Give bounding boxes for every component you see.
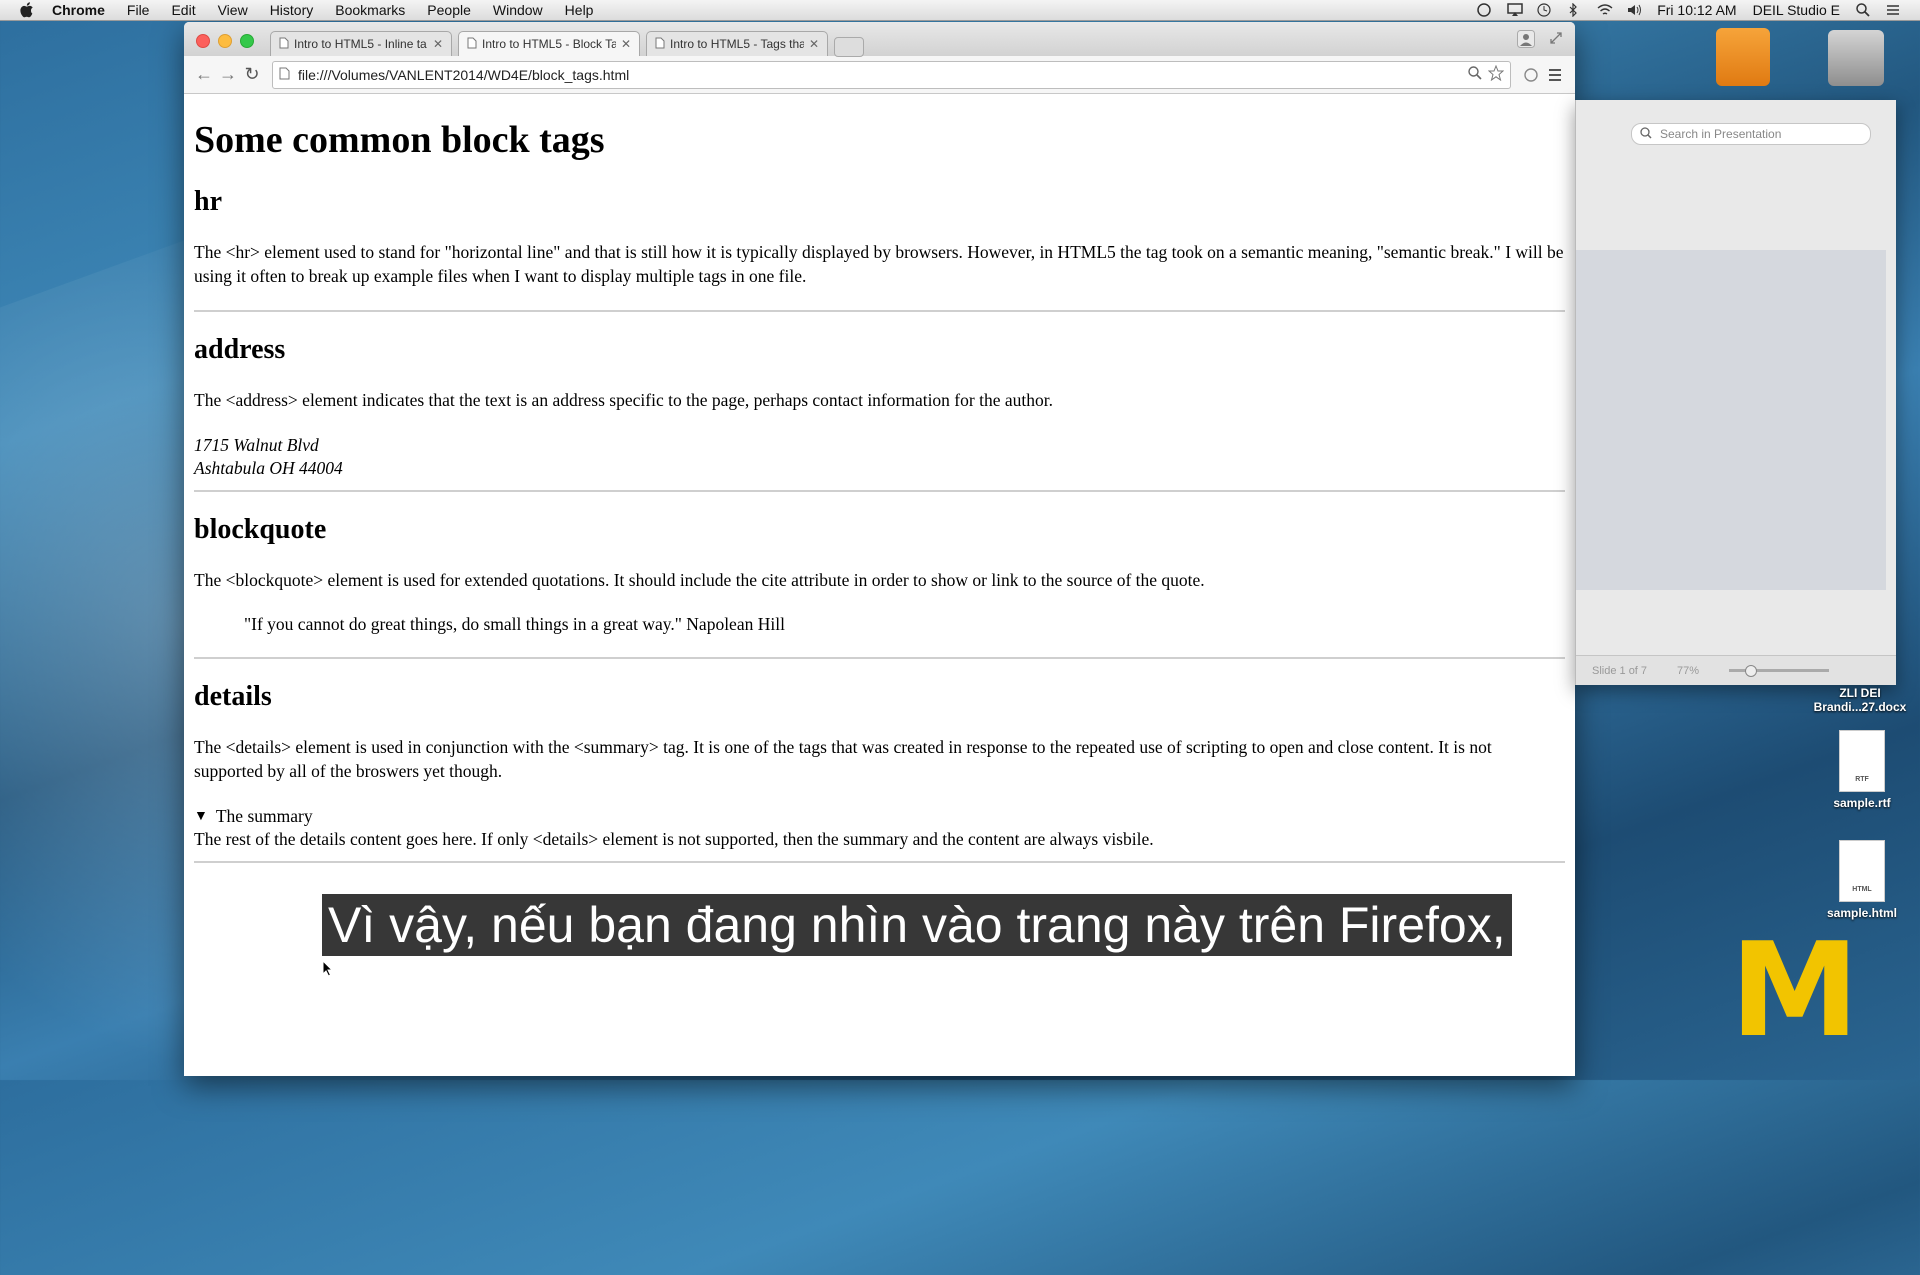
file-type-tag: RTF bbox=[1855, 776, 1869, 783]
html-document-icon: HTML bbox=[1839, 840, 1885, 902]
tab-label: Intro to HTML5 - Tags tha bbox=[670, 37, 804, 51]
details-summary-toggle[interactable]: ▼ The summary bbox=[194, 805, 1565, 828]
page-icon bbox=[279, 67, 290, 83]
address-line-2: Ashtabula OH 44004 bbox=[194, 458, 343, 478]
file-type-tag: HTML bbox=[1852, 886, 1872, 893]
tab-block-tags[interactable]: Intro to HTML5 - Block Ta ✕ bbox=[458, 31, 640, 56]
tab-tags-that[interactable]: Intro to HTML5 - Tags tha ✕ bbox=[646, 31, 828, 56]
browser-toolbar: ← → ↻ file:///Volumes/VANLENT2014/WD4E/b… bbox=[184, 56, 1575, 94]
hard-drive-icon[interactable] bbox=[1828, 30, 1884, 86]
bluetooth-icon[interactable] bbox=[1567, 2, 1581, 18]
dropbox-icon[interactable] bbox=[1477, 3, 1491, 17]
menu-view[interactable]: View bbox=[218, 2, 248, 18]
close-window-button[interactable] bbox=[196, 34, 210, 48]
search-icon[interactable] bbox=[1468, 66, 1482, 83]
file-label-line-2: Brandi...27.docx bbox=[1813, 700, 1907, 714]
url-text[interactable]: file:///Volumes/VANLENT2014/WD4E/block_t… bbox=[298, 67, 1468, 83]
zoom-window-button[interactable] bbox=[240, 34, 254, 48]
minimize-window-button[interactable] bbox=[218, 34, 232, 48]
divider bbox=[194, 861, 1565, 863]
file-label: sample.rtf bbox=[1833, 796, 1891, 810]
divider bbox=[194, 310, 1565, 312]
menubar-user[interactable]: DEIL Studio E bbox=[1753, 2, 1840, 18]
section-heading-details: details bbox=[194, 681, 272, 712]
usb-drive-icon[interactable] bbox=[1716, 28, 1770, 86]
extension-icon[interactable] bbox=[1519, 63, 1543, 87]
time-machine-icon[interactable] bbox=[1537, 3, 1551, 17]
fullscreen-icon[interactable] bbox=[1549, 31, 1563, 50]
zoom-slider[interactable] bbox=[1729, 665, 1830, 677]
desktop-file-rtf[interactable]: RTF sample.rtf bbox=[1812, 730, 1912, 810]
section-heading-address: address bbox=[194, 334, 286, 365]
search-icon bbox=[1640, 126, 1652, 142]
divider bbox=[194, 657, 1565, 659]
notification-center-icon[interactable] bbox=[1886, 3, 1900, 17]
menu-history[interactable]: History bbox=[270, 2, 314, 18]
search-placeholder: Search in Presentation bbox=[1660, 127, 1782, 141]
summary-label[interactable]: The summary bbox=[216, 805, 313, 828]
airplay-icon[interactable] bbox=[1507, 3, 1523, 17]
file-label-line-1: ZLI DEI bbox=[1839, 686, 1881, 700]
tab-inline-tags[interactable]: Intro to HTML5 - Inline ta ✕ bbox=[270, 31, 452, 56]
hr-description: The <hr> element used to stand for "hori… bbox=[194, 242, 1564, 286]
menu-bookmarks[interactable]: Bookmarks bbox=[335, 2, 405, 18]
spotlight-search-icon[interactable] bbox=[1856, 3, 1870, 17]
new-tab-button[interactable] bbox=[834, 37, 864, 57]
presentation-status-bar: Slide 1 of 7 77% bbox=[1576, 655, 1896, 685]
tab-label: Intro to HTML5 - Inline ta bbox=[294, 37, 427, 51]
desktop-file-docx[interactable]: ZLI DEI Brandi...27.docx bbox=[1810, 686, 1910, 714]
quote-block: "If you cannot do great things, do small… bbox=[244, 614, 785, 634]
zoom-slider-knob[interactable] bbox=[1745, 665, 1758, 677]
address-description: The <address> element indicates that the… bbox=[194, 390, 1053, 410]
menu-help[interactable]: Help bbox=[565, 2, 594, 18]
slide-counter: Slide 1 of 7 bbox=[1592, 664, 1648, 677]
page-icon bbox=[467, 37, 477, 52]
star-icon[interactable] bbox=[1487, 64, 1505, 84]
disclosure-triangle-icon[interactable]: ▼ bbox=[194, 805, 208, 828]
menu-edit[interactable]: Edit bbox=[171, 2, 195, 18]
menu-people[interactable]: People bbox=[427, 2, 471, 18]
forward-button[interactable]: → bbox=[216, 63, 240, 87]
profile-icon[interactable] bbox=[1517, 30, 1535, 53]
tab-label: Intro to HTML5 - Block Ta bbox=[482, 37, 616, 51]
tab-strip: Intro to HTML5 - Inline ta ✕ Intro to HT… bbox=[184, 22, 1575, 57]
rtf-document-icon: RTF bbox=[1839, 730, 1885, 792]
university-of-michigan-logo: M bbox=[1730, 914, 1860, 1066]
address-line-1: 1715 Walnut Blvd bbox=[194, 435, 319, 455]
address-block: 1715 Walnut Blvd Ashtabula OH 44004 bbox=[194, 434, 1565, 480]
zoom-level: 77% bbox=[1677, 664, 1700, 677]
close-tab-icon[interactable]: ✕ bbox=[621, 37, 631, 51]
menubar-clock[interactable]: Fri 10:12 AM bbox=[1657, 2, 1736, 18]
apple-icon[interactable] bbox=[20, 2, 36, 18]
divider bbox=[194, 490, 1565, 492]
reload-button[interactable]: ↻ bbox=[240, 63, 264, 87]
details-content: The rest of the details content goes her… bbox=[194, 829, 1154, 849]
menu-file[interactable]: File bbox=[127, 2, 150, 18]
presentation-window: Search in Presentation Slide 1 of 7 77% bbox=[1575, 100, 1896, 685]
page-icon bbox=[655, 37, 665, 52]
page-icon bbox=[279, 37, 289, 52]
blockquote-description: The <blockquote> element is used for ext… bbox=[194, 570, 1205, 590]
section-heading-blockquote: blockquote bbox=[194, 514, 327, 545]
mouse-cursor-icon bbox=[322, 959, 334, 983]
menu-app-name[interactable]: Chrome bbox=[52, 2, 105, 18]
window-controls bbox=[196, 34, 254, 48]
page-content: Some common block tags hr The <hr> eleme… bbox=[184, 94, 1575, 863]
close-tab-icon[interactable]: ✕ bbox=[809, 37, 819, 51]
slide-pane[interactable] bbox=[1576, 250, 1886, 590]
wifi-icon[interactable] bbox=[1597, 3, 1613, 17]
details-description: The <details> element is used in conjunc… bbox=[194, 737, 1492, 781]
address-bar[interactable]: file:///Volumes/VANLENT2014/WD4E/block_t… bbox=[272, 60, 1511, 89]
volume-icon[interactable] bbox=[1627, 3, 1642, 17]
section-heading-hr: hr bbox=[194, 186, 222, 217]
menubar: Chrome File Edit View History Bookmarks … bbox=[0, 0, 1920, 21]
page-title: Some common block tags bbox=[194, 119, 605, 161]
close-tab-icon[interactable]: ✕ bbox=[433, 37, 443, 51]
presentation-search-field[interactable]: Search in Presentation bbox=[1631, 123, 1871, 145]
menu-icon[interactable] bbox=[1543, 63, 1567, 87]
video-subtitle: Vì vậy, nếu bạn đang nhìn vào trang này … bbox=[322, 894, 1512, 956]
menu-window[interactable]: Window bbox=[493, 2, 543, 18]
back-button[interactable]: ← bbox=[192, 63, 216, 87]
desktop-file-html[interactable]: HTML sample.html bbox=[1812, 840, 1912, 920]
